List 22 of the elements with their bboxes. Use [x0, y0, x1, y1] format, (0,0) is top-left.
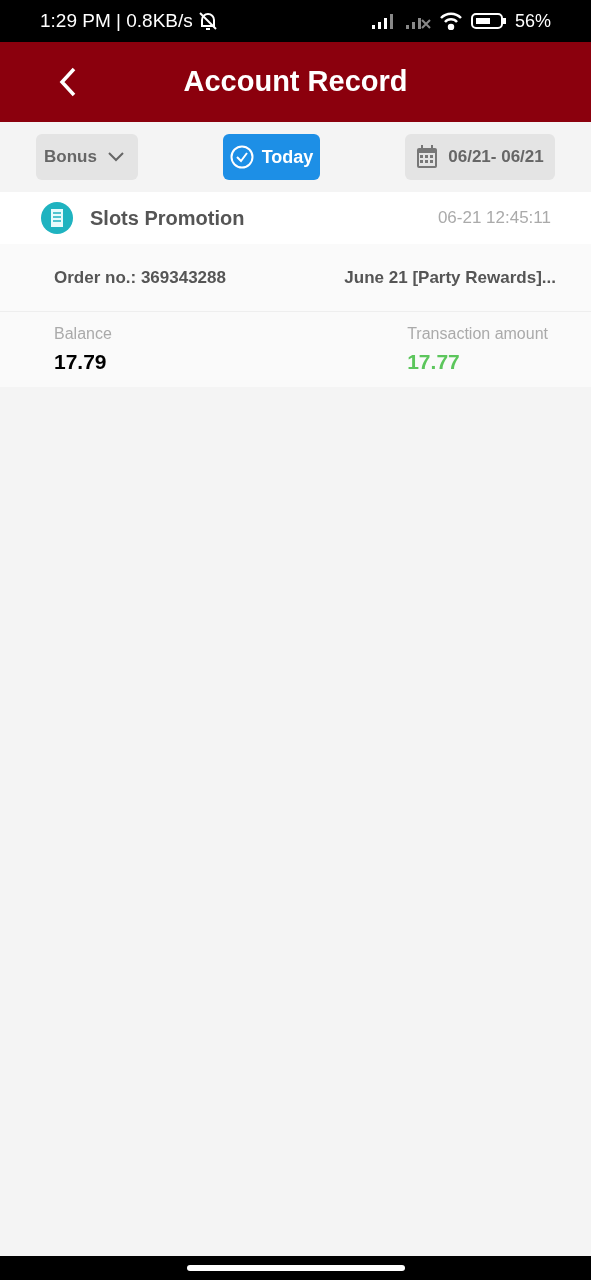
bell-muted-icon [196, 10, 219, 32]
today-toggle[interactable]: Today [223, 134, 320, 180]
amount-label: Transaction amount [407, 323, 548, 344]
category-dropdown[interactable]: Bonus [36, 134, 138, 180]
page-title: Account Record [183, 64, 408, 100]
check-circle-icon [229, 145, 254, 169]
status-time: 1:29 PM | 0.8KB/s [40, 8, 193, 33]
back-icon [59, 67, 77, 97]
receipt-icon [40, 201, 74, 235]
record-time: 06-21 12:45:11 [437, 207, 551, 230]
amount-value: 17.77 [407, 348, 461, 375]
wifi-icon [438, 12, 463, 30]
record-title: Slots Promotion [90, 206, 245, 231]
balance-label: Balance [54, 323, 112, 344]
battery-icon [470, 12, 507, 30]
record-description: June 21 [Party Rewards]... [344, 266, 556, 289]
battery-percent: 56% [514, 9, 551, 33]
chevron-down-icon [106, 152, 125, 162]
order-number: Order no.: 369343288 [54, 266, 226, 289]
balance-value: 17.79 [54, 348, 108, 375]
calendar-icon [416, 145, 439, 169]
date-range-button[interactable]: 06/21- 06/21 [405, 134, 555, 180]
